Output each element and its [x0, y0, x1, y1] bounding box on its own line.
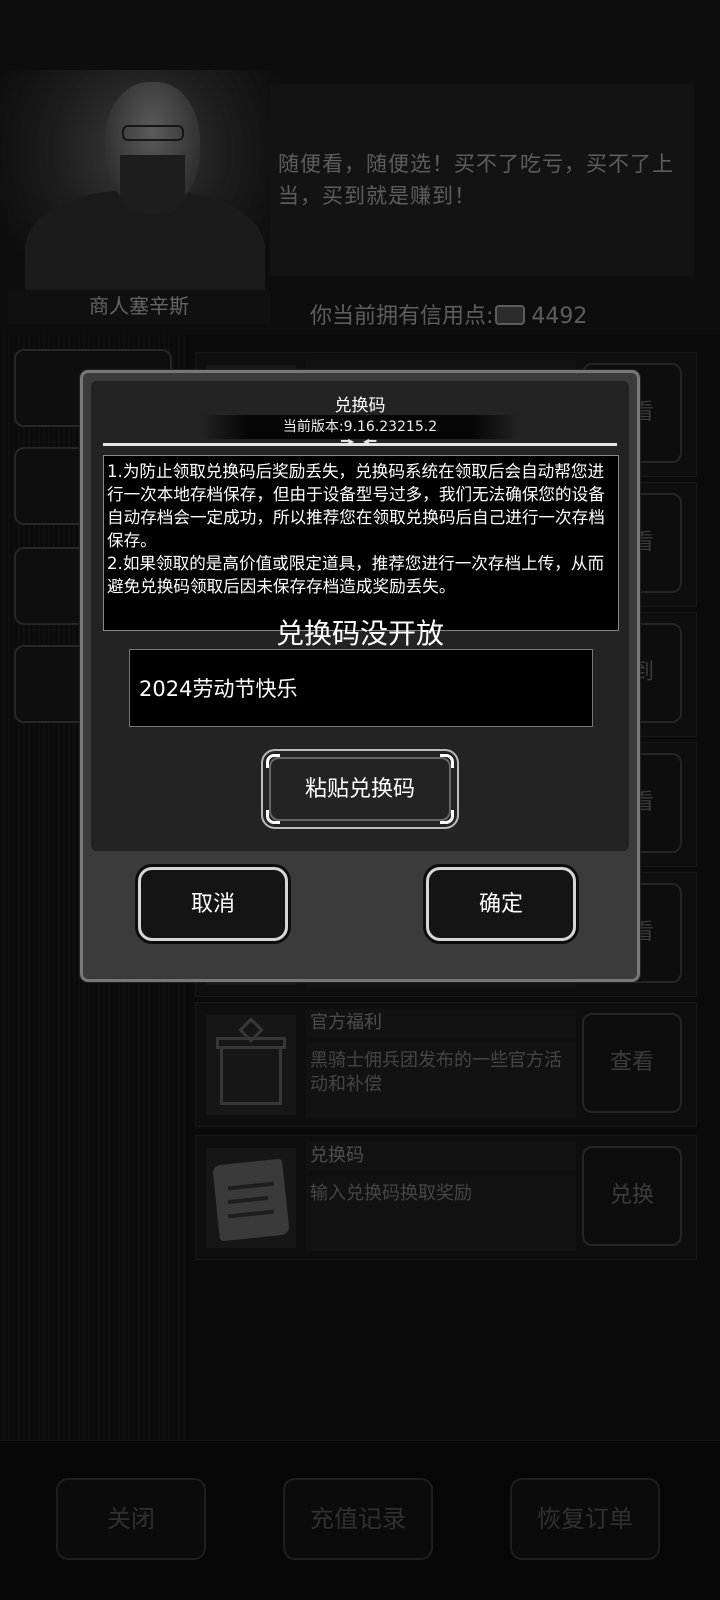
- redeem-code-dialog: 兑换码 当前版本:9.16.23215.2 ━▸ ◂━ 1.为防止领取兑换码后奖…: [80, 370, 640, 982]
- dialog-body: 兑换码 当前版本:9.16.23215.2 ━▸ ◂━ 1.为防止领取兑换码后奖…: [91, 381, 629, 851]
- paste-code-button[interactable]: 粘贴兑换码: [261, 749, 459, 829]
- version-label: 当前版本:9.16.23215.2: [201, 415, 519, 439]
- dialog-title: 兑换码: [334, 396, 386, 416]
- confirm-button[interactable]: 确定: [426, 867, 576, 941]
- cancel-button[interactable]: 取消: [138, 867, 288, 941]
- title-divider: [103, 443, 617, 446]
- arrow-left-icon: ◂━: [363, 434, 377, 448]
- redeem-code-input[interactable]: [129, 649, 593, 727]
- status-message: 兑换码没开放: [275, 617, 444, 650]
- arrow-right-icon: ━▸: [341, 434, 355, 448]
- cancel-label: 取消: [190, 891, 235, 916]
- paste-button-label: 粘贴兑换码: [304, 776, 415, 801]
- notice-text: 1.为防止领取兑换码后奖励丢失，兑换码系统在领取后会自动帮您进行一次本地存档保存…: [103, 455, 619, 631]
- confirm-label: 确定: [478, 891, 523, 916]
